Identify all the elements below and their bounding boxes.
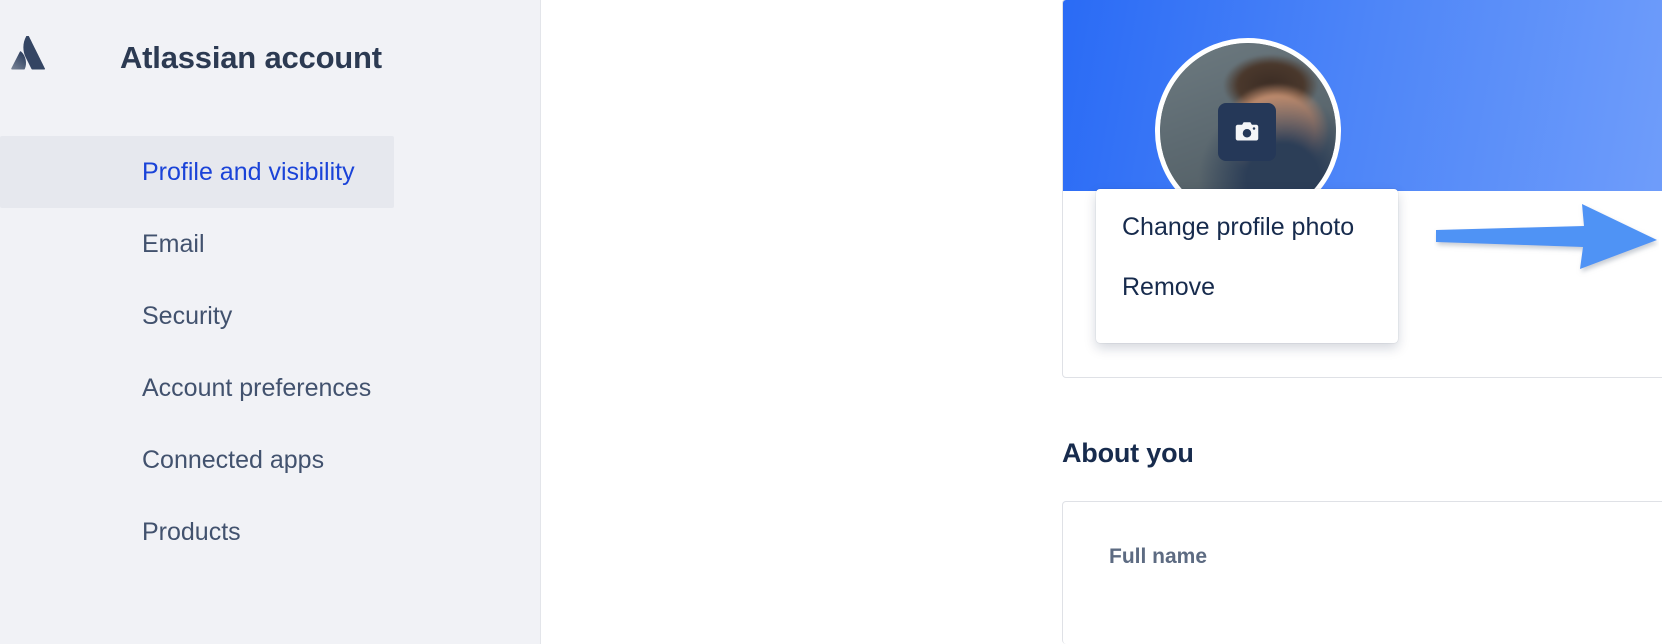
menu-item-label: Change profile photo: [1122, 212, 1355, 241]
main-content: Change profile photo Remove About you Fu…: [541, 0, 1662, 644]
sidebar-item-label: Products: [142, 517, 241, 546]
about-you-card: Full name: [1062, 501, 1662, 644]
sidebar-item-account-preferences[interactable]: Account preferences: [0, 352, 541, 424]
sidebar-item-products[interactable]: Products: [0, 496, 541, 568]
sidebar-item-label: Connected apps: [142, 445, 325, 474]
page-title: Atlassian account: [120, 40, 382, 75]
menu-item-change-profile-photo[interactable]: Change profile photo: [1096, 197, 1398, 257]
atlassian-logo-icon: [10, 34, 46, 72]
sidebar-item-label: Email: [142, 229, 205, 258]
atlassian-account-page: Atlassian account Profile and visibility…: [0, 0, 1662, 644]
profile-banner: [1063, 0, 1662, 191]
sidebar-nav: Profile and visibility Email Security Ac…: [0, 136, 541, 568]
sidebar-item-label: Profile and visibility: [142, 157, 355, 186]
sidebar-item-label: Security: [142, 301, 233, 330]
sidebar: Atlassian account Profile and visibility…: [0, 0, 541, 644]
menu-item-label: Remove: [1122, 272, 1216, 301]
sidebar-item-connected-apps[interactable]: Connected apps: [0, 424, 541, 496]
camera-icon[interactable]: [1218, 103, 1276, 161]
sidebar-item-label: Account preferences: [142, 373, 372, 402]
sidebar-header: Atlassian account: [0, 0, 541, 118]
profile-photo-menu: Change profile photo Remove: [1096, 189, 1398, 343]
about-you-heading: About you: [1062, 438, 1194, 468]
sidebar-item-profile-and-visibility[interactable]: Profile and visibility: [0, 136, 394, 208]
sidebar-item-email[interactable]: Email: [0, 208, 541, 280]
sidebar-item-security[interactable]: Security: [0, 280, 541, 352]
full-name-label: Full name: [1109, 545, 1208, 568]
menu-item-remove[interactable]: Remove: [1096, 257, 1398, 317]
